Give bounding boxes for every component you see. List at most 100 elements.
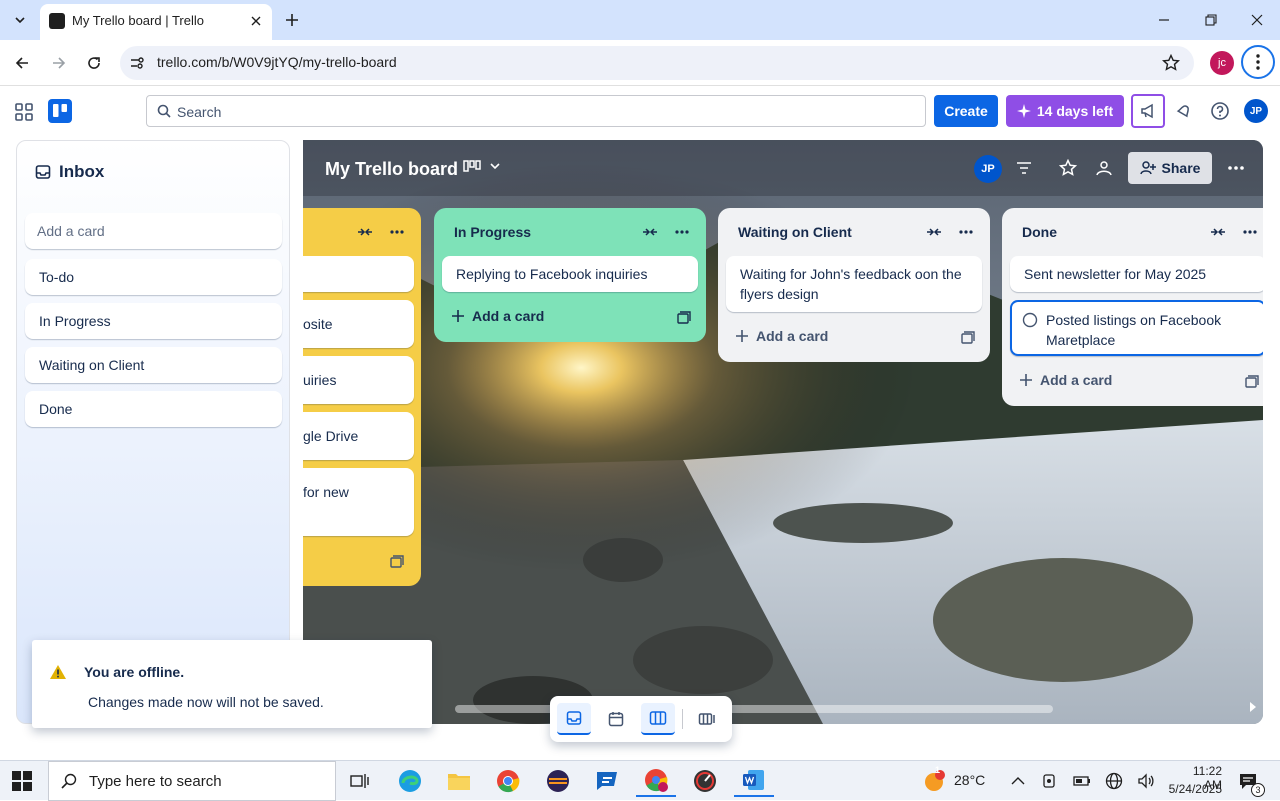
network-globe-icon[interactable] (1105, 772, 1123, 790)
plus-icon (736, 330, 748, 342)
collapse-list-icon[interactable] (640, 222, 660, 242)
board-member-avatar[interactable]: JP (974, 155, 1002, 183)
board-menu-icon[interactable] (1224, 156, 1248, 180)
weather-icon[interactable] (922, 770, 946, 792)
add-card-label: Add a card (756, 328, 829, 344)
tab-search-icon[interactable] (8, 9, 32, 31)
omnibox[interactable]: trello.com/b/W0V9jtYQ/my-trello-board (120, 46, 1194, 80)
inbox-card[interactable]: To-do (25, 259, 282, 295)
divider (682, 709, 683, 729)
volume-icon[interactable] (1137, 772, 1155, 790)
add-card-button[interactable]: Add a card (736, 328, 828, 344)
browser-profile-avatar[interactable]: jc (1210, 51, 1234, 75)
eclipse-icon[interactable] (538, 765, 578, 797)
card-template-icon[interactable] (1242, 372, 1262, 392)
site-info-icon[interactable] (128, 54, 146, 72)
visibility-icon[interactable] (1092, 156, 1116, 180)
user-avatar[interactable]: JP (1244, 99, 1268, 123)
file-explorer-icon[interactable] (439, 765, 479, 797)
list-menu-icon[interactable] (387, 222, 407, 242)
trial-button[interactable]: 14 days left (1006, 95, 1124, 127)
tab-close-icon[interactable] (246, 11, 266, 31)
reload-icon[interactable] (81, 51, 107, 75)
add-card-button[interactable]: Add a card (452, 308, 544, 324)
add-card-button[interactable]: Add a card (1020, 372, 1112, 388)
browser-tab[interactable]: My Trello board | Trello (40, 4, 272, 40)
list-card-selected[interactable]: Posted listings on Facebook Maretplace (1010, 300, 1263, 356)
back-icon[interactable] (9, 51, 35, 75)
card-template-icon[interactable] (387, 552, 407, 572)
list-card[interactable]: gle Drive (303, 412, 414, 460)
help-icon[interactable] (1208, 99, 1232, 123)
show-hidden-icons-icon[interactable] (1010, 773, 1026, 789)
inbox-add-card-input[interactable]: Add a card (25, 213, 282, 249)
new-tab-icon[interactable] (282, 9, 302, 31)
trello-logo-icon[interactable] (48, 99, 72, 123)
forward-icon[interactable] (46, 51, 72, 75)
collapse-list-icon[interactable] (924, 222, 944, 242)
announcement-icon[interactable] (1131, 94, 1165, 128)
list-card[interactable]: osite (303, 300, 414, 348)
star-board-icon[interactable] (1056, 156, 1080, 180)
task-view-icon[interactable] (340, 765, 380, 797)
battery-icon[interactable] (1073, 773, 1091, 789)
list-title[interactable]: In Progress (454, 224, 531, 240)
chat-app-icon[interactable] (587, 765, 627, 797)
complete-checkbox-icon[interactable] (1022, 312, 1038, 328)
list-card[interactable]: Waiting for John's feedback oon the flye… (726, 256, 982, 312)
scroll-right-icon[interactable] (1249, 702, 1257, 712)
list-card[interactable]: uiries (303, 356, 414, 404)
list-title[interactable]: Waiting on Client (738, 224, 852, 240)
list-title[interactable]: Done (1022, 224, 1057, 240)
search-icon (61, 773, 77, 789)
board-view-icon[interactable] (641, 703, 675, 735)
board-title[interactable]: My Trello board (325, 159, 458, 180)
switch-boards-icon[interactable] (690, 703, 724, 735)
share-button[interactable]: Share (1128, 152, 1212, 184)
inbox-card[interactable]: In Progress (25, 303, 282, 339)
app-switcher-icon[interactable] (14, 102, 34, 122)
chrome-profile-icon[interactable] (636, 765, 676, 797)
edge-browser-icon[interactable] (390, 765, 430, 797)
windows-start-icon[interactable] (12, 771, 36, 791)
list-menu-icon[interactable] (672, 222, 692, 242)
inbox-card[interactable]: Waiting on Client (25, 347, 282, 383)
inbox-title: Inbox (59, 162, 105, 181)
list-menu-icon[interactable] (956, 222, 976, 242)
list-todo-partial: osite uiries gle Drive for new (303, 208, 421, 586)
card-template-icon[interactable] (958, 328, 978, 348)
restore-icon[interactable] (1197, 8, 1225, 32)
taskbar-search-input[interactable]: Type here to search (48, 761, 336, 801)
create-button[interactable]: Create (934, 95, 998, 127)
temperature[interactable]: 28°C (954, 772, 985, 788)
word-icon[interactable] (734, 765, 774, 797)
collapse-list-icon[interactable] (355, 222, 375, 242)
inbox-icon (35, 165, 51, 179)
card-template-icon[interactable] (674, 308, 694, 328)
planner-calendar-icon[interactable] (599, 703, 633, 735)
minimize-icon[interactable] (1150, 8, 1178, 32)
add-card-label: Add a card (472, 308, 545, 324)
meet-now-icon[interactable] (1042, 772, 1058, 790)
list-menu-icon[interactable] (1240, 222, 1260, 242)
offline-toast: You are offline. Changes made now will n… (32, 640, 432, 728)
inbox-card[interactable]: Done (25, 391, 282, 427)
browser-menu-icon[interactable] (1241, 45, 1275, 79)
filter-icon[interactable] (1012, 156, 1036, 180)
search-input[interactable]: Search (146, 95, 926, 127)
clock-date[interactable]: 5/24/2025 (1160, 782, 1222, 796)
wpm-app-icon[interactable] (685, 765, 725, 797)
board-horizontal-scrollbar[interactable] (455, 705, 1053, 713)
list-card[interactable]: for new (303, 468, 414, 536)
bookmark-star-icon[interactable] (1160, 52, 1182, 74)
chrome-icon[interactable] (488, 765, 528, 797)
list-card[interactable]: Sent newsletter for May 2025 (1010, 256, 1263, 292)
board-view-switcher[interactable] (463, 159, 501, 173)
notifications-bell-icon[interactable] (1172, 99, 1196, 123)
close-window-icon[interactable] (1243, 8, 1271, 32)
inbox-view-icon[interactable] (557, 703, 591, 735)
weather-badge: 1 (935, 765, 941, 775)
list-card[interactable] (303, 256, 414, 292)
collapse-list-icon[interactable] (1208, 222, 1228, 242)
list-card[interactable]: Replying to Facebook inquiries (442, 256, 698, 292)
